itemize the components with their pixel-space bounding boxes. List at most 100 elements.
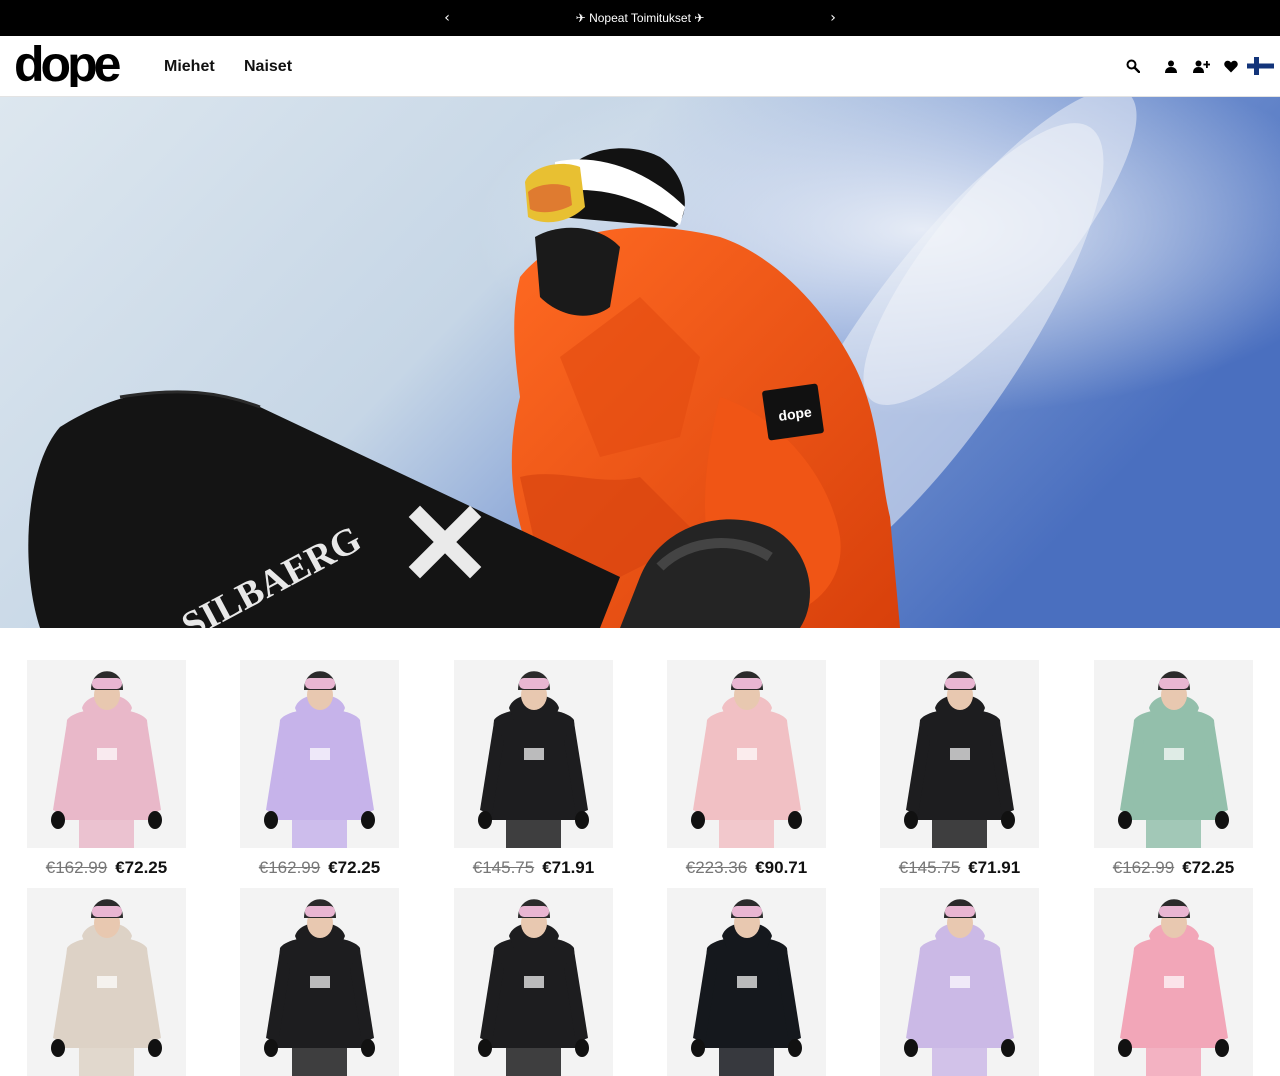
- model-glove: [148, 1039, 162, 1057]
- model-jacket: [912, 936, 1008, 1048]
- model-logo-patch: [310, 976, 330, 988]
- nav-link-men[interactable]: Miehet: [164, 58, 215, 76]
- model-logo-patch: [524, 748, 544, 760]
- account-icon[interactable]: [1161, 56, 1181, 76]
- model-logo-patch: [310, 748, 330, 760]
- model-glove: [478, 1039, 492, 1057]
- product-card[interactable]: [880, 888, 1039, 1076]
- model-glove: [1215, 811, 1229, 829]
- product-price: €162.99 €72.25: [27, 858, 186, 878]
- model-jacket: [699, 936, 795, 1048]
- model-logo-patch: [737, 976, 757, 988]
- product-image[interactable]: [454, 888, 613, 1076]
- sale-price: €71.91: [542, 858, 595, 877]
- model-image: [1118, 899, 1229, 1076]
- model-logo-patch: [737, 748, 757, 760]
- model-glove: [904, 811, 918, 829]
- announcement-next-arrow-icon[interactable]: ›: [825, 9, 841, 27]
- announcement-prev-arrow-icon[interactable]: ‹: [439, 9, 455, 27]
- model-image: [51, 671, 162, 848]
- product-card[interactable]: €162.99 €72.25: [1094, 660, 1253, 877]
- product-card[interactable]: [240, 888, 399, 1076]
- search-icon[interactable]: [1123, 56, 1143, 76]
- original-price: €145.75: [472, 858, 535, 877]
- model-glove: [904, 1039, 918, 1057]
- product-price: €145.75 €71.91: [880, 858, 1039, 878]
- product-card[interactable]: €145.75 €71.91: [880, 660, 1039, 877]
- product-card[interactable]: [454, 888, 613, 1076]
- sale-price: €90.71: [755, 858, 808, 877]
- model-glove: [264, 811, 278, 829]
- model-glove: [361, 811, 375, 829]
- product-card[interactable]: €223.36 €90.71: [667, 660, 826, 877]
- product-card[interactable]: €162.99 €72.25: [240, 660, 399, 877]
- product-card[interactable]: [667, 888, 826, 1076]
- product-price: €145.75 €71.91: [454, 858, 613, 878]
- heart-icon[interactable]: [1221, 56, 1241, 76]
- product-card[interactable]: €162.99 €72.25: [27, 660, 186, 877]
- finland-flag-icon[interactable]: [1247, 57, 1274, 75]
- model-goggles: [92, 906, 122, 917]
- model-glove: [264, 1039, 278, 1057]
- product-image[interactable]: [454, 660, 613, 848]
- product-image[interactable]: [880, 888, 1039, 1076]
- model-glove: [691, 811, 705, 829]
- dope-logo[interactable]: dope: [14, 45, 134, 87]
- model-glove: [575, 1039, 589, 1057]
- airplane-icon: ✈: [694, 11, 705, 25]
- product-price: €162.99 €72.25: [1094, 858, 1253, 878]
- product-image[interactable]: [1094, 888, 1253, 1076]
- product-card[interactable]: [1094, 888, 1253, 1076]
- model-logo-patch: [524, 976, 544, 988]
- original-price: €145.75: [898, 858, 961, 877]
- product-image[interactable]: [27, 660, 186, 848]
- model-jacket: [1126, 708, 1222, 820]
- product-image[interactable]: [240, 888, 399, 1076]
- model-goggles: [519, 906, 549, 917]
- model-image: [264, 671, 375, 848]
- model-goggles: [1159, 906, 1189, 917]
- sale-price: €72.25: [1182, 858, 1235, 877]
- announcement-bar: ‹ ✈ Nopeat Toimitukset ✈ ›: [0, 0, 1280, 36]
- model-jacket: [272, 936, 368, 1048]
- product-image[interactable]: [667, 660, 826, 848]
- model-image: [904, 899, 1015, 1076]
- model-jacket: [486, 708, 582, 820]
- product-image[interactable]: [667, 888, 826, 1076]
- product-card[interactable]: €145.75 €71.91: [454, 660, 613, 877]
- original-price: €162.99: [258, 858, 321, 877]
- product-image[interactable]: [27, 888, 186, 1076]
- original-price: €162.99: [1112, 858, 1175, 877]
- model-glove: [1118, 1039, 1132, 1057]
- register-user-icon[interactable]: [1191, 56, 1211, 76]
- model-glove: [1118, 811, 1132, 829]
- product-price: €162.99 €72.25: [240, 858, 399, 878]
- model-logo-patch: [950, 748, 970, 760]
- model-image: [264, 899, 375, 1076]
- airplane-icon: ✈: [575, 11, 586, 25]
- product-image[interactable]: [1094, 660, 1253, 848]
- product-card[interactable]: [27, 888, 186, 1076]
- model-goggles: [519, 678, 549, 689]
- model-glove: [691, 1039, 705, 1057]
- model-goggles: [305, 906, 335, 917]
- model-image: [691, 671, 802, 848]
- model-image: [1118, 671, 1229, 848]
- model-goggles: [305, 678, 335, 689]
- announcement-message[interactable]: ✈ Nopeat Toimitukset ✈: [540, 10, 740, 26]
- product-image[interactable]: [240, 660, 399, 848]
- original-price: €162.99: [45, 858, 108, 877]
- model-image: [478, 671, 589, 848]
- model-image: [478, 899, 589, 1076]
- model-goggles: [945, 906, 975, 917]
- model-glove: [788, 811, 802, 829]
- model-glove: [1215, 1039, 1229, 1057]
- nav-link-women[interactable]: Naiset: [244, 58, 292, 76]
- model-image: [904, 671, 1015, 848]
- product-image[interactable]: [880, 660, 1039, 848]
- model-goggles: [732, 906, 762, 917]
- hero-banner[interactable]: dope SILBAERG: [0, 97, 1280, 628]
- sale-price: €72.25: [115, 858, 168, 877]
- model-image: [51, 899, 162, 1076]
- model-glove: [575, 811, 589, 829]
